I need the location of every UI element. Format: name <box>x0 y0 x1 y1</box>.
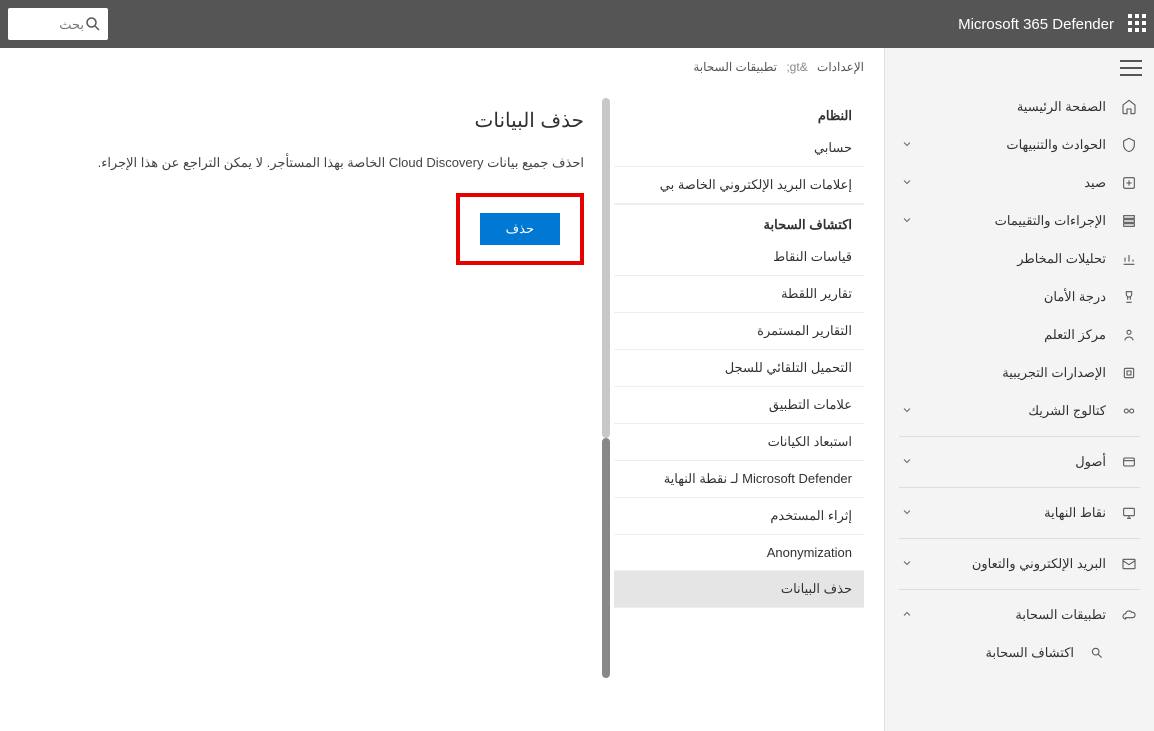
sidebar-item-label: درجة الأمان <box>1044 289 1106 305</box>
main-column: حذف البيانات احذف جميع بيانات Cloud Disc… <box>0 48 614 731</box>
sidebar-item-label: صيد <box>1084 175 1106 191</box>
actions-icon <box>1120 212 1138 230</box>
delete-button[interactable]: حذف <box>480 213 560 245</box>
breadcrumb-sep: &gt; <box>786 60 807 74</box>
highlight-box: حذف <box>456 193 584 265</box>
content-area: الإعدادات &gt; تطبيقات السحابة النظام حس… <box>0 48 884 731</box>
partner-icon <box>1120 402 1138 420</box>
settings-link[interactable]: إثراء المستخدم <box>614 498 864 535</box>
breadcrumb-part1[interactable]: الإعدادات <box>817 60 864 74</box>
settings-group-head-2: اكتشاف السحابة <box>614 204 864 239</box>
settings-link[interactable]: Anonymization <box>614 535 864 571</box>
sidebar-item-label: البريد الإلكتروني والتعاون <box>972 556 1106 572</box>
assets-icon <box>1120 453 1138 471</box>
main-layout: الصفحة الرئيسية الحوادث والتنبيهات صيد الإج… <box>0 48 1154 731</box>
home-icon <box>1120 98 1138 116</box>
sidebar-item[interactable]: الصفحة الرئيسية <box>885 88 1154 126</box>
sidebar-item[interactable]: الإصدارات التجريبية <box>885 354 1154 392</box>
topbar-right: Microsoft 365 Defender <box>958 14 1146 34</box>
settings-link[interactable]: حسابي <box>614 130 864 167</box>
sidebar-subitem[interactable]: اكتشاف السحابة <box>885 634 1154 672</box>
cloud-icon <box>1120 606 1138 624</box>
chevron-down-icon <box>899 455 913 469</box>
sidebar-item[interactable]: درجة الأمان <box>885 278 1154 316</box>
sidebar-item-label: تحليلات المخاطر <box>1017 251 1106 267</box>
chevron-down-icon <box>899 557 913 571</box>
learn-icon <box>1120 326 1138 344</box>
settings-scrollbar[interactable] <box>602 98 610 438</box>
sidebar-separator <box>899 487 1140 488</box>
sidebar-separator <box>899 436 1140 437</box>
settings-link[interactable]: التقارير المستمرة <box>614 313 864 350</box>
app-title: Microsoft 365 Defender <box>958 16 1114 33</box>
shield-icon <box>1120 136 1138 154</box>
sidebar-item-label: كتالوج الشريك <box>1028 403 1106 419</box>
sidebar-item[interactable]: الإجراءات والتقييمات <box>885 202 1154 240</box>
breadcrumb-part2[interactable]: تطبيقات السحابة <box>693 60 777 74</box>
settings-link[interactable]: استبعاد الكيانات <box>614 424 864 461</box>
sidebar-item[interactable]: صيد <box>885 164 1154 202</box>
hunt-icon <box>1120 174 1138 192</box>
sidebar-item[interactable]: البريد الإلكتروني والتعاون <box>885 545 1154 583</box>
sidebar-item-label: الحوادث والتنبيهات <box>1006 137 1106 153</box>
sidebar-item-label: مركز التعلم <box>1044 327 1106 343</box>
breadcrumb: الإعدادات &gt; تطبيقات السحابة <box>693 60 864 74</box>
sidebar-item[interactable]: كتالوج الشريك <box>885 392 1154 430</box>
trial-icon <box>1120 364 1138 382</box>
chevron-up-icon <box>899 608 913 622</box>
sidebar-item-label: تطبيقات السحابة <box>1015 607 1106 623</box>
settings-link[interactable]: التحميل التلقائي للسجل <box>614 350 864 387</box>
sidebar-item[interactable]: تطبيقات السحابة <box>885 596 1154 634</box>
settings-link[interactable]: قياسات النقاط <box>614 239 864 276</box>
search-icon <box>84 15 102 33</box>
sidebar-item-label: الإصدارات التجريبية <box>1002 365 1106 381</box>
sidebar-item[interactable]: مركز التعلم <box>885 316 1154 354</box>
sidebar-item-label: الإجراءات والتقييمات <box>995 213 1106 229</box>
hamburger-icon[interactable] <box>1120 60 1142 76</box>
search-box[interactable] <box>8 8 108 40</box>
sidebar-item-label: أصول <box>1075 454 1106 470</box>
endpoints-icon <box>1120 504 1138 522</box>
waffle-icon[interactable] <box>1126 14 1146 34</box>
chevron-down-icon <box>899 506 913 520</box>
chevron-down-icon <box>899 138 913 152</box>
chevron-down-icon <box>899 214 913 228</box>
settings-column: النظام حسابيإعلامات البريد الإلكتروني ال… <box>614 98 864 731</box>
chevron-down-icon <box>899 176 913 190</box>
settings-link[interactable]: تقارير اللقطة <box>614 276 864 313</box>
sidebar-item[interactable]: أصول <box>885 443 1154 481</box>
sidebar-item-label: نقاط النهاية <box>1044 505 1106 521</box>
trophy-icon <box>1120 288 1138 306</box>
discovery-icon <box>1088 644 1106 662</box>
sidebar: الصفحة الرئيسية الحوادث والتنبيهات صيد الإج… <box>884 48 1154 731</box>
page-description: احذف جميع بيانات Cloud Discovery الخاصة … <box>30 155 584 171</box>
sidebar-item[interactable]: تحليلات المخاطر <box>885 240 1154 278</box>
top-bar: Microsoft 365 Defender <box>0 0 1154 48</box>
mail-icon <box>1120 555 1138 573</box>
sidebar-item-label: اكتشاف السحابة <box>986 645 1074 661</box>
sidebar-item-label: الصفحة الرئيسية <box>1017 99 1106 115</box>
sidebar-separator <box>899 589 1140 590</box>
settings-link[interactable]: علامات التطبيق <box>614 387 864 424</box>
chevron-down-icon <box>899 404 913 418</box>
sidebar-item[interactable]: نقاط النهاية <box>885 494 1154 532</box>
page-title: حذف البيانات <box>30 108 584 133</box>
search-input[interactable] <box>24 17 84 32</box>
sidebar-item[interactable]: الحوادث والتنبيهات <box>885 126 1154 164</box>
settings-link[interactable]: حذف البيانات <box>614 571 864 608</box>
settings-link[interactable]: Microsoft Defender لـ نقطة النهاية <box>614 461 864 498</box>
analytics-icon <box>1120 250 1138 268</box>
settings-group-head-1: النظام <box>614 98 864 130</box>
sidebar-separator <box>899 538 1140 539</box>
settings-link[interactable]: إعلامات البريد الإلكتروني الخاصة بي <box>614 167 864 204</box>
